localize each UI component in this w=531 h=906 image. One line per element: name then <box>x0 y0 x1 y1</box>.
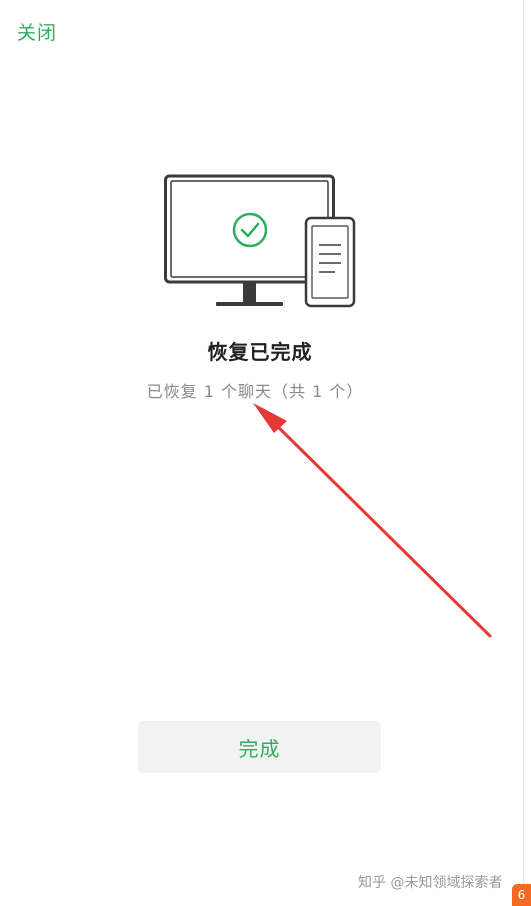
done-button[interactable]: 完成 <box>138 721 381 773</box>
check-circle-icon <box>232 212 268 248</box>
page-title: 恢复已完成 <box>207 340 313 364</box>
watermark: 知乎 @未知领域探索者 <box>358 875 503 891</box>
notification-badge-icon: 6 <box>512 884 531 906</box>
restore-summary-text: 已恢复 1 个聊天（共 1 个） <box>146 382 364 401</box>
close-button[interactable]: 关闭 <box>17 18 57 45</box>
backup-restore-complete-screen: 关闭 恢复已完成 已恢复 1 个聊天（共 1 个） 完成 知乎 @未知领域探索者… <box>0 0 531 906</box>
computer-phone-illustration <box>164 174 356 308</box>
divider <box>523 0 524 906</box>
phone-icon <box>304 216 356 308</box>
